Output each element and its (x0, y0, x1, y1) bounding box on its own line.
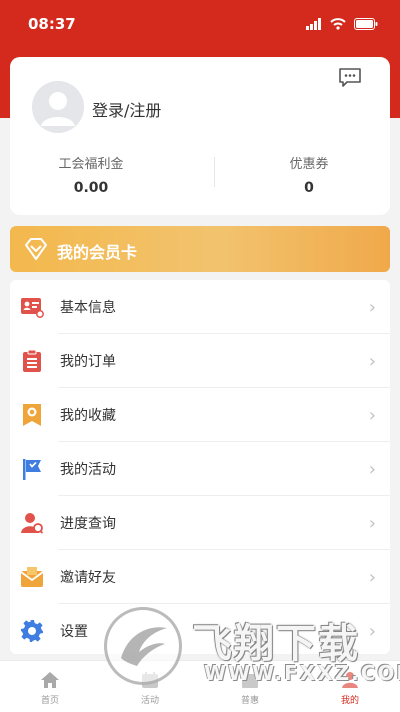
menu-item-label: 进度查询 (60, 516, 116, 532)
coupon-value: 0 (304, 180, 314, 196)
chevron-right-icon: › (368, 620, 376, 642)
tab-label: 首页 (40, 696, 59, 706)
menu-item-settings[interactable]: 设置 › (10, 604, 390, 654)
menu-item-my-activities[interactable]: 我的活动 › (10, 442, 390, 496)
chevron-right-icon: › (368, 350, 376, 372)
home-icon (40, 669, 60, 691)
menu-item-progress-query[interactable]: 进度查询 › (10, 496, 390, 550)
member-card-banner[interactable]: 我的会员卡 (10, 226, 390, 272)
clipboard-icon (20, 349, 44, 373)
flag-icon (20, 457, 44, 481)
message-icon[interactable] (338, 67, 362, 93)
chevron-right-icon: › (368, 566, 376, 588)
menu-item-my-orders[interactable]: 我的订单 › (10, 334, 390, 388)
id-card-icon (20, 295, 44, 319)
status-bar: 08:37 (0, 0, 400, 46)
avatar[interactable] (32, 81, 84, 133)
status-time: 08:37 (28, 15, 76, 33)
chevron-right-icon: › (368, 458, 376, 480)
stat-divider (214, 157, 215, 187)
menu-item-label: 我的活动 (60, 462, 116, 478)
tab-benefit[interactable]: 普惠 (200, 661, 300, 712)
tab-activity[interactable]: 活动 (100, 661, 200, 712)
menu-list: 基本信息 › 我的订单 › 我的收藏 › 我的活动 › 进度查询 › 邀请好友 … (10, 280, 390, 654)
benefit-icon (240, 669, 260, 691)
menu-item-label: 我的订单 (60, 354, 116, 370)
welfare-fund-label: 工会福利金 (58, 157, 124, 172)
bookmark-icon (20, 403, 44, 427)
login-register-link[interactable]: 登录/注册 (92, 97, 161, 121)
envelope-icon (20, 565, 44, 589)
tab-label: 我的 (340, 696, 359, 706)
menu-item-basic-info[interactable]: 基本信息 › (10, 280, 390, 334)
gear-icon (20, 619, 44, 643)
tab-home[interactable]: 首页 (0, 661, 100, 712)
menu-item-label: 设置 (60, 624, 88, 640)
tab-profile[interactable]: 我的 (300, 661, 400, 712)
chevron-right-icon: › (368, 296, 376, 318)
chevron-right-icon: › (368, 404, 376, 426)
profile-card: 登录/注册 工会福利金 0.00 优惠券 0 (10, 57, 390, 215)
coupon-stat[interactable]: 优惠券 0 (234, 153, 384, 196)
welfare-fund-value: 0.00 (73, 180, 109, 196)
person-search-icon (20, 511, 44, 535)
bottom-tab-bar: 首页 活动 普惠 我的 (0, 660, 400, 712)
signal-icon (306, 15, 322, 34)
welfare-fund-stat[interactable]: 工会福利金 0.00 (16, 153, 166, 196)
profile-icon (340, 669, 360, 691)
diamond-icon (24, 238, 48, 264)
menu-item-invite-friends[interactable]: 邀请好友 › (10, 550, 390, 604)
wifi-icon (330, 15, 346, 34)
member-card-label: 我的会员卡 (57, 243, 138, 262)
chevron-right-icon: › (368, 512, 376, 534)
menu-item-label: 基本信息 (60, 300, 116, 316)
activity-icon (140, 669, 160, 691)
tab-label: 普惠 (240, 696, 259, 706)
coupon-label: 优惠券 (289, 157, 329, 172)
menu-item-label: 邀请好友 (60, 570, 116, 586)
menu-item-label: 我的收藏 (60, 408, 116, 424)
menu-item-my-favorites[interactable]: 我的收藏 › (10, 388, 390, 442)
tab-label: 活动 (140, 696, 159, 706)
battery-icon (354, 15, 378, 34)
user-avatar-icon (32, 81, 84, 133)
status-icons (306, 15, 378, 34)
